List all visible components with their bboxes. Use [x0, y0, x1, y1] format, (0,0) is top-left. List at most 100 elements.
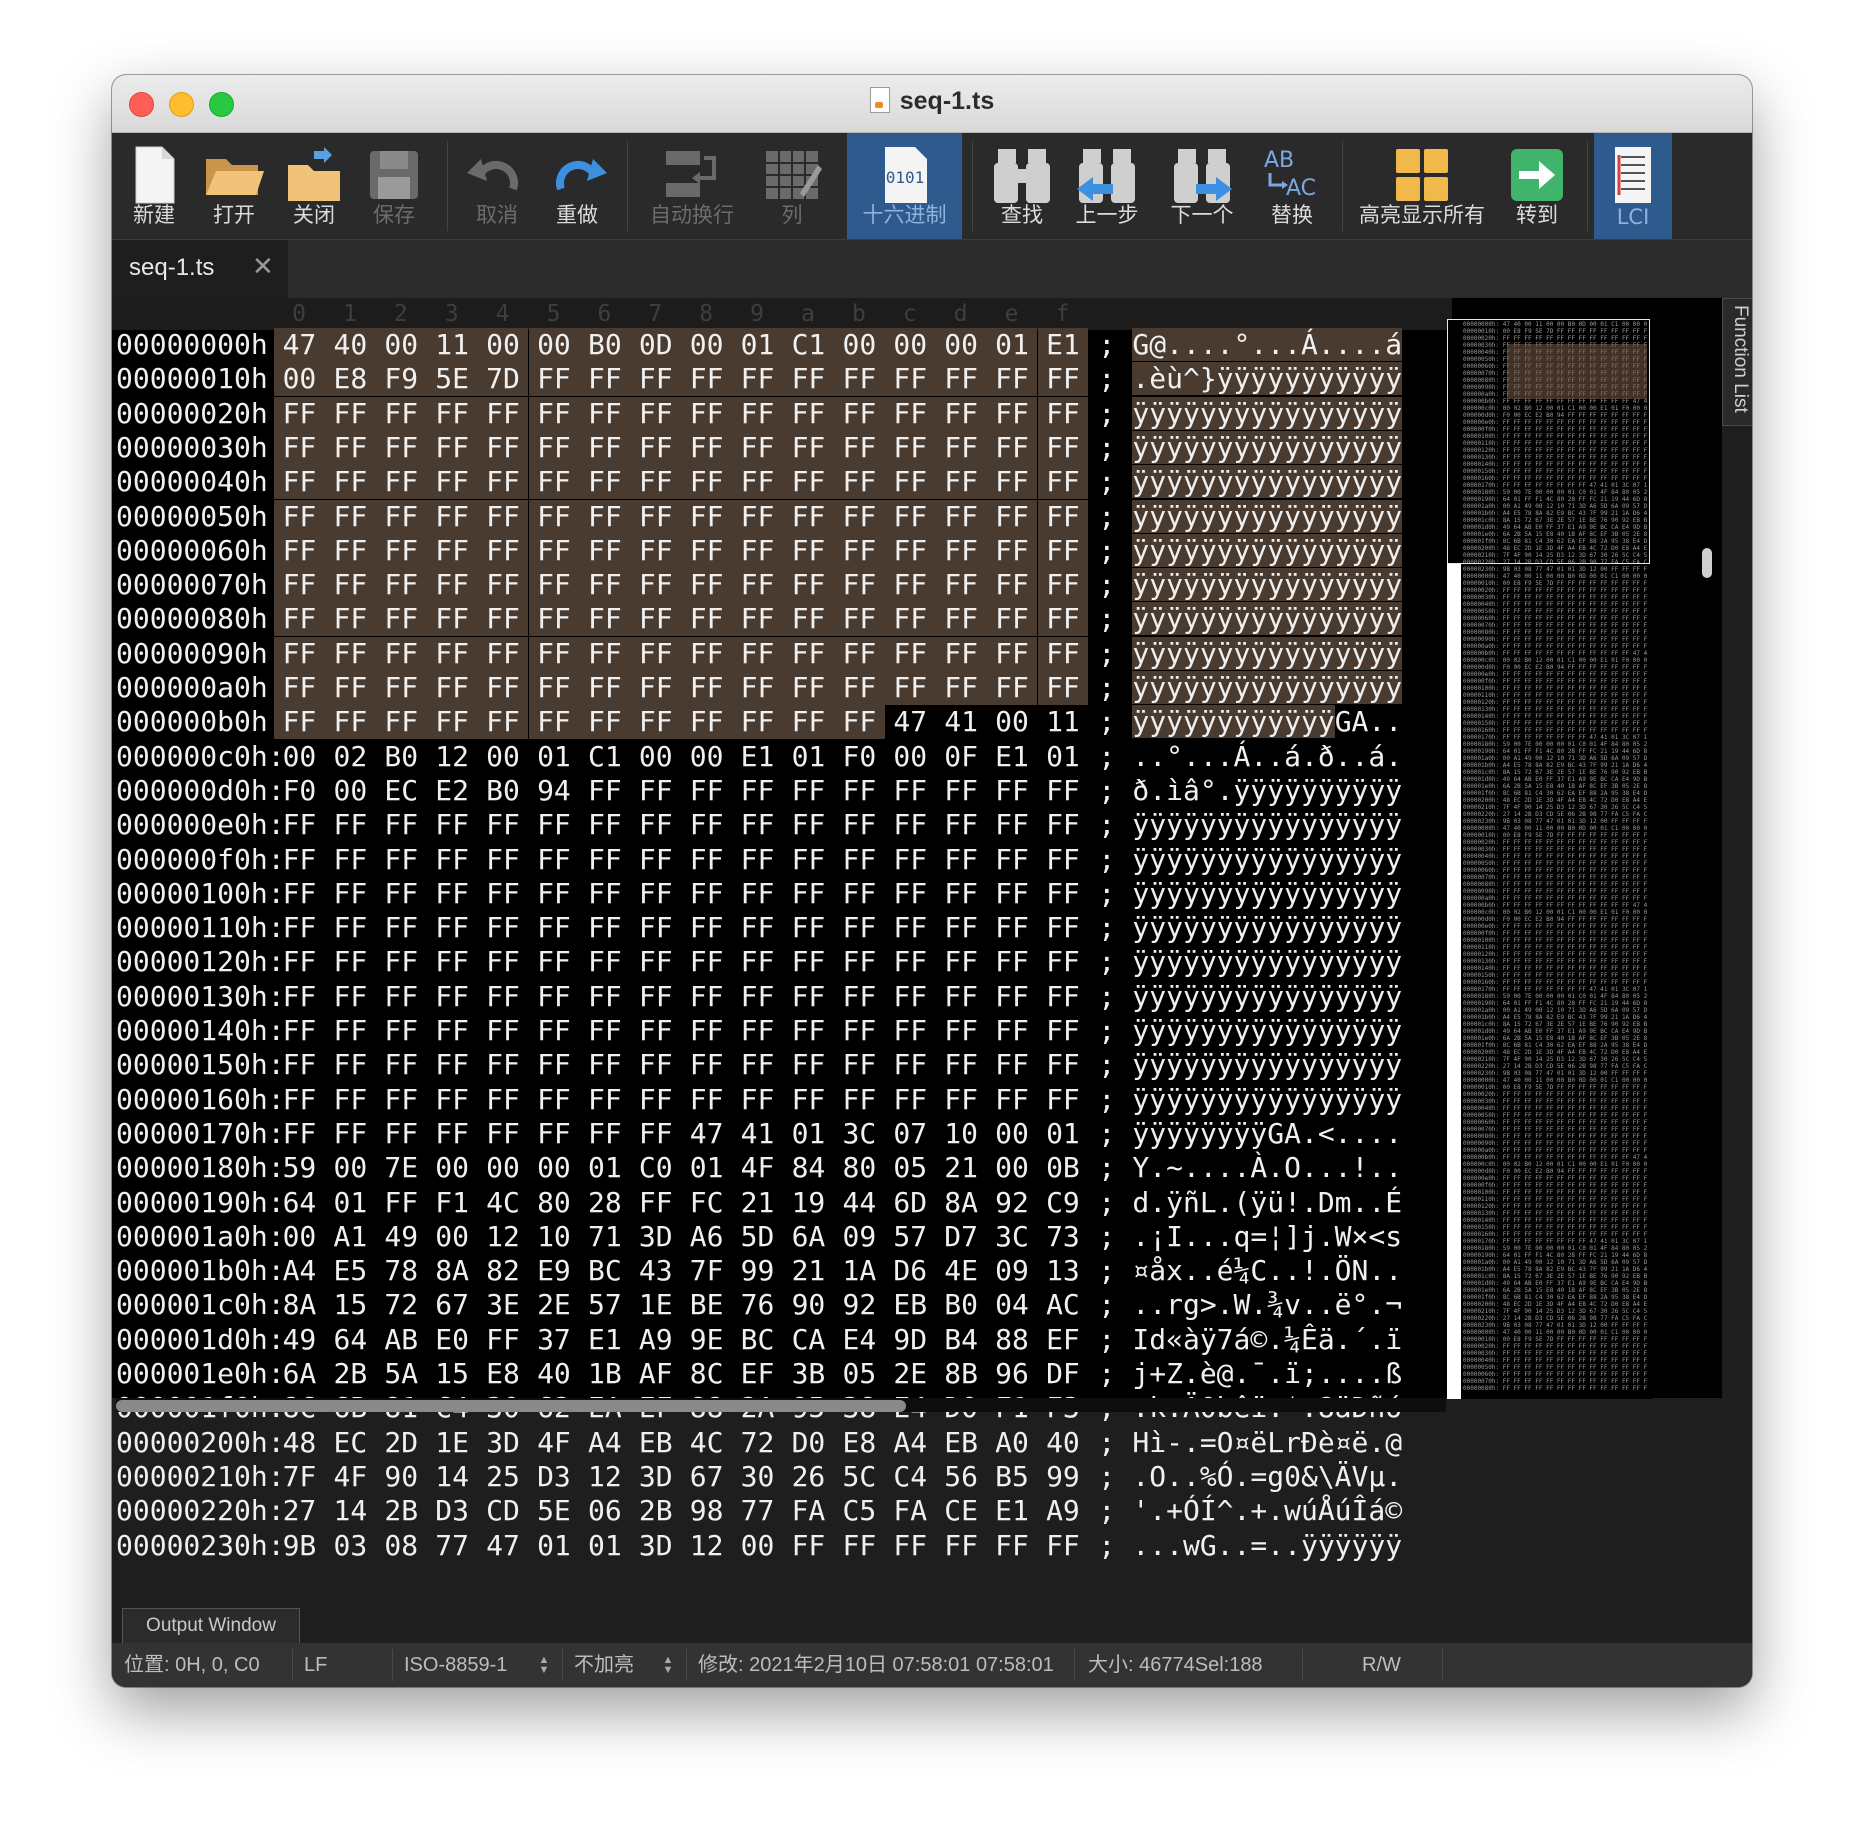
hex-byte[interactable]: FF [732, 362, 783, 397]
hex-byte[interactable]: FF [529, 911, 580, 945]
hex-byte[interactable]: 06 [579, 1494, 630, 1528]
hex-row[interactable]: 00000050h: FF FF FF FF FF FF FF FF FF FF FF FF FF FF FF… [116, 499, 1446, 534]
ascii-text[interactable]: ..°...Á..á.ð..á. [1132, 740, 1402, 774]
hex-byte[interactable]: FF [630, 499, 682, 534]
hex-byte[interactable]: 27 [274, 1494, 325, 1528]
hex-byte[interactable]: FF [885, 808, 936, 842]
hex-byte[interactable]: FF [427, 877, 478, 911]
hex-byte[interactable]: 5C [834, 1460, 885, 1494]
hex-byte[interactable]: FF [529, 843, 580, 877]
hex-byte[interactable]: FF [427, 1083, 478, 1117]
hex-byte[interactable]: 00 [477, 328, 529, 362]
hex-byte[interactable]: E5 [325, 1254, 376, 1288]
ascii-text[interactable]: G@....°...Á....á [1132, 328, 1403, 362]
hex-byte[interactable]: FF [426, 568, 478, 603]
hex-byte[interactable]: FF [630, 774, 681, 808]
hex-byte[interactable]: 0B [1038, 1151, 1089, 1185]
hex-byte[interactable]: FF [325, 1014, 376, 1048]
hex-byte[interactable]: 05 [834, 1357, 885, 1391]
hex-byte[interactable]: B0 [936, 1288, 987, 1322]
hex-byte[interactable]: AC [1038, 1288, 1089, 1322]
hex-byte[interactable]: FF [1037, 362, 1089, 397]
hex-byte[interactable]: FF [986, 465, 1038, 500]
hex-byte[interactable]: FF [630, 1117, 681, 1151]
hex-byte[interactable]: A0 [987, 1426, 1038, 1460]
hex-byte[interactable]: FF [1038, 808, 1089, 842]
status-highlight[interactable]: 不加亮 [574, 1643, 634, 1687]
hex-byte[interactable]: 0F [936, 740, 987, 774]
hex-row[interactable]: 000000b0h: FF FF FF FF FF FF FF FF FF FF FF FF 47 41 00… [116, 705, 1446, 740]
hex-byte[interactable]: FF [324, 499, 376, 534]
ascii-text[interactable]: ¤åx..é¼C..!.ÖN.. [1132, 1254, 1402, 1288]
hex-byte[interactable]: 3B [783, 1357, 834, 1391]
hex-byte[interactable]: FF [885, 1529, 936, 1563]
hex-byte[interactable]: FF [986, 671, 1038, 705]
hex-byte[interactable]: FF [478, 877, 529, 911]
hex-byte[interactable]: FF [834, 1014, 885, 1048]
hex-byte[interactable]: FF [885, 774, 936, 808]
hex-byte[interactable]: FF [783, 980, 834, 1014]
hex-byte[interactable]: FF [579, 843, 630, 877]
hex-byte[interactable]: FF [833, 602, 885, 637]
hex-byte[interactable]: FF [732, 671, 783, 705]
hex-row[interactable]: 000000e0h: FF FF FF FF FF FF FF FF FF FF FF FF FF FF FF… [116, 808, 1446, 842]
hex-byte[interactable]: D0 [783, 1426, 834, 1460]
hex-byte[interactable]: 00 [529, 1151, 580, 1185]
hex-byte[interactable]: FF [630, 911, 681, 945]
hex-byte[interactable]: FF [325, 945, 376, 979]
hex-byte[interactable]: FF [478, 1323, 529, 1357]
hex-byte[interactable]: FF [274, 1048, 325, 1082]
hex-byte[interactable]: FF [833, 705, 885, 740]
hex-byte[interactable]: 4E [936, 1254, 987, 1288]
hex-byte[interactable]: FF [987, 843, 1038, 877]
hex-byte[interactable]: A4 [885, 1426, 936, 1460]
hex-byte[interactable]: FF [987, 1083, 1038, 1117]
hex-row[interactable]: 00000200h: 48 EC 2D 1E 3D 4F A4 EB 4C 72 D0 E8 A4 EB A0… [116, 1426, 1446, 1460]
hex-byte[interactable]: FF [528, 602, 580, 637]
hex-byte[interactable]: E8 [834, 1426, 885, 1460]
hex-byte[interactable]: FF [579, 774, 630, 808]
hex-byte[interactable]: 00 [274, 740, 325, 774]
hex-byte[interactable]: 98 [681, 1494, 732, 1528]
hex-byte[interactable]: FF [681, 843, 732, 877]
hex-byte[interactable]: FF [528, 636, 580, 671]
hex-byte[interactable]: FF [579, 1048, 630, 1082]
hex-byte[interactable]: FF [376, 945, 427, 979]
hex-byte[interactable]: FF [528, 705, 580, 740]
hex-byte[interactable]: 67 [427, 1288, 478, 1322]
hex-byte[interactable]: 12 [579, 1460, 630, 1494]
hex-byte[interactable]: 40 [1038, 1426, 1089, 1460]
hex-byte[interactable]: 3E [478, 1288, 529, 1322]
ascii-text[interactable]: ÿÿÿÿÿÿÿÿÿÿÿÿÿÿÿÿ [1132, 671, 1403, 705]
hex-byte[interactable]: FF [732, 1083, 783, 1117]
hex-byte[interactable]: 00 [274, 1220, 325, 1254]
hex-byte[interactable]: FF [427, 980, 478, 1014]
hex-byte[interactable]: F1 [427, 1186, 478, 1220]
hex-byte[interactable]: 14 [427, 1460, 478, 1494]
hex-byte[interactable]: FF [376, 1083, 427, 1117]
hex-byte[interactable]: FF [783, 533, 834, 568]
hex-byte[interactable]: FF [783, 671, 834, 705]
hex-byte[interactable]: 2B [376, 1494, 427, 1528]
hex-byte[interactable]: 4F [529, 1426, 580, 1460]
hex-byte[interactable]: FF [376, 1048, 427, 1082]
hex-byte[interactable]: 07 [885, 1117, 936, 1151]
status-line-ending[interactable]: LF [304, 1643, 327, 1687]
toolbar-new-button[interactable]: 新建 [114, 133, 194, 239]
hex-byte[interactable]: 00 [274, 362, 325, 397]
hex-byte[interactable]: FF [681, 430, 733, 465]
hex-byte[interactable]: FF [935, 533, 987, 568]
hex-byte[interactable]: FF [681, 774, 732, 808]
hex-byte[interactable]: B5 [987, 1460, 1038, 1494]
hex-byte[interactable]: EF [732, 1357, 783, 1391]
hex-byte[interactable]: FF [579, 430, 631, 465]
hex-byte[interactable]: 67 [681, 1460, 732, 1494]
hex-byte[interactable]: 12 [478, 1220, 529, 1254]
hex-byte[interactable]: E1 [1037, 328, 1089, 362]
hex-byte[interactable]: 11 [1038, 705, 1089, 739]
hex-byte[interactable]: 47 [274, 328, 325, 362]
hex-byte[interactable]: FF [1037, 671, 1089, 705]
toolbar-redo-button[interactable]: 重做 [537, 133, 617, 239]
hex-byte[interactable]: FF [528, 430, 580, 465]
ascii-text[interactable]: ÿÿÿÿÿÿÿÿÿÿÿÿÿÿÿÿ [1132, 465, 1403, 499]
